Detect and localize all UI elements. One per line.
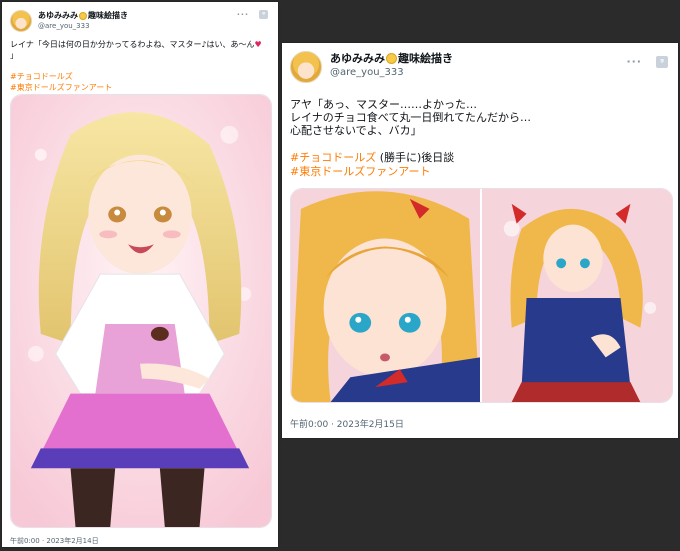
illustration-reina: [11, 95, 271, 527]
avatar[interactable]: [290, 51, 322, 83]
tweet-text-body: レイナ「今日は何の日か分かってるわよね、マスター♪はい、あ～ん: [10, 40, 255, 49]
x-logo-icon: ᵍ: [259, 10, 268, 19]
tweet-text-line: レイナのチョコ食べて丸一日倒れてたんだから…: [290, 111, 532, 124]
hashtag-suffix: (勝手に)後日談: [376, 151, 455, 164]
display-name[interactable]: あゆみみみ 趣味絵描き: [330, 51, 453, 66]
more-options-icon[interactable]: ···: [237, 10, 249, 19]
author-info: あゆみみみ 趣味絵描き @are_you_333: [330, 51, 453, 80]
x-logo-icon: ᵍ: [656, 55, 668, 68]
tweet-text-line: アヤ「あっ、マスター……よかった…: [290, 98, 477, 111]
timestamp[interactable]: 午前0:00 · 2023年2月14日: [10, 536, 99, 546]
hashtag-line: #チョコドールズ (勝手に)後日談: [290, 151, 454, 165]
tweet-image[interactable]: [291, 189, 480, 402]
hashtag-list: #チョコドールズ #東京ドールズファンアート: [10, 71, 112, 93]
hashtag-link[interactable]: #チョコドールズ: [10, 71, 112, 82]
hashtag-link[interactable]: #東京ドールズファンアート: [10, 82, 112, 93]
tweet-text-line: 心配させないでよ、バカ」: [290, 124, 422, 137]
more-options-icon[interactable]: ···: [626, 55, 642, 68]
smiley-emoji-icon: [79, 11, 87, 20]
tweet-image[interactable]: [480, 189, 672, 402]
tweet-image[interactable]: [10, 94, 272, 528]
tweet-top-actions: ··· ᵍ: [626, 55, 668, 68]
tweet-text-end: 」: [10, 51, 18, 60]
hashtag-link[interactable]: #東京ドールズファンアート: [290, 165, 454, 179]
smiley-emoji-icon: [386, 53, 397, 64]
tweet-image-grid: [290, 188, 673, 403]
avatar[interactable]: [10, 10, 32, 32]
tweet-card-1: あゆみみみ 趣味絵描き @are_you_333 ··· ᵍ レイナ「今日は何の…: [2, 2, 278, 547]
tweet-card-2: あゆみみみ 趣味絵描き @are_you_333 ··· ᵍ アヤ「あっ、マスタ…: [282, 43, 678, 438]
display-name-suffix: 趣味絵描き: [398, 52, 453, 65]
hashtag-link[interactable]: #チョコドールズ: [290, 151, 376, 164]
user-handle[interactable]: @are_you_333: [38, 21, 128, 31]
timestamp[interactable]: 午前0:00 · 2023年2月15日: [290, 417, 404, 430]
tweet-header: あゆみみみ 趣味絵描き @are_you_333: [10, 10, 128, 32]
illustration-aya-closeup: [291, 189, 480, 402]
display-name-suffix: 趣味絵描き: [88, 11, 128, 20]
tweet-top-actions: ··· ᵍ: [237, 10, 268, 19]
display-name-text: あゆみみみ: [330, 52, 385, 65]
illustration-aya-fullbody: [482, 189, 672, 402]
tweet-header: あゆみみみ 趣味絵描き @are_you_333: [290, 51, 453, 83]
hashtag-list: #チョコドールズ (勝手に)後日談 #東京ドールズファンアート: [290, 151, 454, 179]
display-name[interactable]: あゆみみみ 趣味絵描き: [38, 10, 128, 21]
author-info: あゆみみみ 趣味絵描き @are_you_333: [38, 10, 128, 31]
tweet-text: レイナ「今日は何の日か分かってるわよね、マスター♪はい、あ～ん♥ 」: [10, 39, 272, 61]
heart-icon: ♥: [254, 40, 262, 49]
display-name-text: あゆみみみ: [38, 11, 78, 20]
user-handle[interactable]: @are_you_333: [330, 66, 453, 80]
tweet-text: アヤ「あっ、マスター……よかった… レイナのチョコ食べて丸一日倒れてたんだから……: [290, 98, 670, 137]
